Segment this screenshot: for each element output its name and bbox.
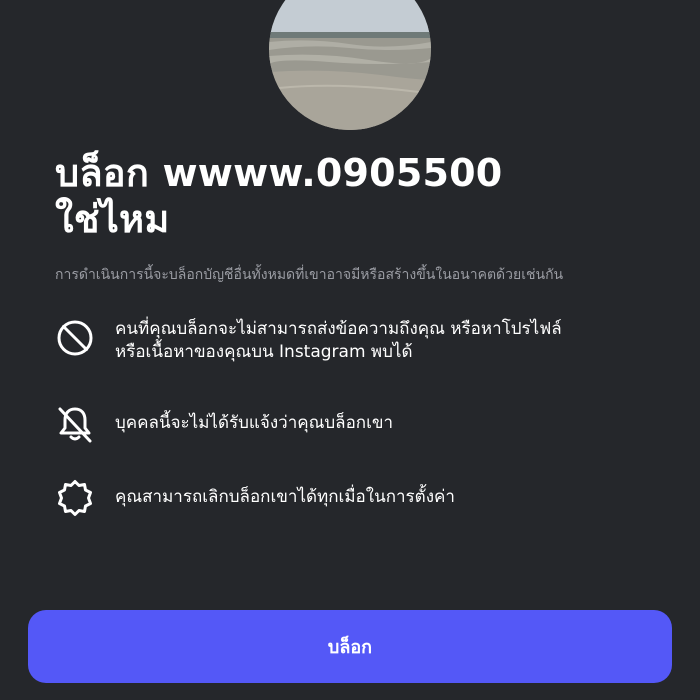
info-item-text: บุคคลนี้จะไม่ได้รับแจ้งว่าคุณบล็อกเขา <box>115 413 394 433</box>
block-button[interactable]: บล็อก <box>28 610 672 683</box>
info-item-text-line: คนที่คุณบล็อกจะไม่สามารถส่งข้อความถึงคุณ… <box>115 319 562 339</box>
block-confirmation-sheet: บล็อก wwww.0905500 ใช่ไหม การดำเนินการนี… <box>0 0 700 700</box>
info-item-settings: คุณสามารถเลิกบล็อกเขาได้ทุกเมื่อในการตั้… <box>55 478 675 518</box>
block-description: การดำเนินการนี้จะบล็อกบัญชีอื่นทั้งหมดที… <box>55 267 564 283</box>
info-item-text: คุณสามารถเลิกบล็อกเขาได้ทุกเมื่อในการตั้… <box>115 487 455 507</box>
gear-icon <box>55 478 95 518</box>
info-item-notification: บุคคลนี้จะไม่ได้รับแจ้งว่าคุณบล็อกเขา <box>55 404 675 444</box>
info-item-text: คนที่คุณบล็อกจะไม่สามารถส่งข้อความถึงคุณ… <box>115 318 675 364</box>
avatar-photo <box>269 0 431 130</box>
title-line-2: ใช่ไหม <box>55 197 170 241</box>
title-line-1: บล็อก wwww.0905500 <box>55 151 503 195</box>
page-title: บล็อก wwww.0905500 ใช่ไหม <box>55 150 502 242</box>
info-item-text-line: หรือเนื้อหาของคุณบน Instagram พบได้ <box>115 342 413 362</box>
info-item-messages: คนที่คุณบล็อกจะไม่สามารถส่งข้อความถึงคุณ… <box>55 318 675 364</box>
avatar <box>269 0 431 130</box>
bell-off-icon <box>55 404 95 444</box>
blocked-circle-icon <box>55 318 95 358</box>
